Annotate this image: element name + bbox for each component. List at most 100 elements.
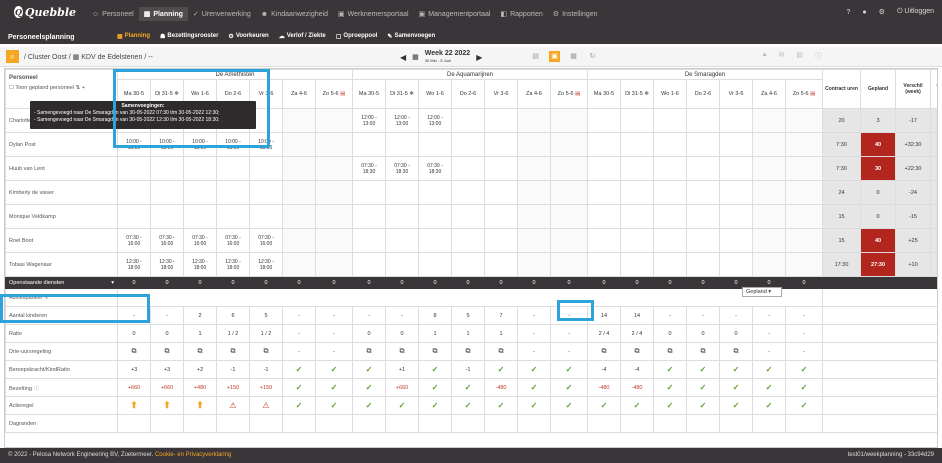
shift-time[interactable]: 12:30 -18:00: [185, 259, 216, 271]
nav-kindaanwezigheid[interactable]: ☻ Kindaanwezigheid: [256, 7, 333, 21]
shift-cell[interactable]: [352, 228, 386, 253]
shift-cell[interactable]: [183, 156, 217, 181]
shift-cell[interactable]: [418, 180, 452, 205]
shift-cell[interactable]: [150, 180, 184, 205]
day-header[interactable]: Wo 1-6: [418, 79, 452, 109]
shift-time[interactable]: 10:00 -13:00: [185, 139, 216, 151]
week-label[interactable]: Week 22 2022 30 Mei - 5 Juni: [425, 50, 470, 64]
shift-cell[interactable]: [418, 132, 452, 157]
shift-cell[interactable]: [752, 108, 786, 133]
shift-cell[interactable]: [315, 228, 353, 253]
shift-cell[interactable]: [784, 156, 824, 181]
shift-cell[interactable]: [385, 204, 419, 229]
refresh-icon[interactable]: ↻: [587, 51, 598, 62]
add-icon[interactable]: +: [82, 85, 85, 91]
shift-cell[interactable]: 12:30 -18:00: [216, 252, 250, 277]
copy-icon[interactable]: ⧉: [249, 342, 283, 361]
shift-cell[interactable]: 07:30 -18:30: [352, 156, 386, 181]
day-header[interactable]: Za 4-6: [517, 79, 551, 109]
shift-cell[interactable]: [587, 132, 621, 157]
shift-cell[interactable]: [517, 132, 551, 157]
checkbox-icon[interactable]: ☐: [9, 85, 14, 91]
shift-cell[interactable]: [117, 204, 151, 229]
shift-cell[interactable]: [550, 228, 588, 253]
shift-cell[interactable]: [451, 228, 485, 253]
shift-cell[interactable]: 07:30 -16:00: [249, 228, 283, 253]
copy-icon[interactable]: ⧉: [183, 342, 217, 361]
prev-week-button[interactable]: ◀: [400, 53, 406, 62]
staff-name[interactable]: Dylan Post: [5, 132, 118, 157]
shift-cell[interactable]: 12:00 -13:00: [385, 108, 419, 133]
copy-icon[interactable]: ⧉: [150, 342, 184, 361]
copy-icon[interactable]: ⧉: [484, 342, 518, 361]
copy-icon[interactable]: ⧉: [352, 342, 386, 361]
quebble-logo[interactable]: Q Quebble: [14, 5, 76, 19]
copy-icon[interactable]: ⧉: [653, 342, 687, 361]
copy-icon[interactable]: ⧉: [719, 342, 753, 361]
shift-cell[interactable]: [620, 108, 654, 133]
shift-cell[interactable]: [550, 252, 588, 277]
day-header[interactable]: Zo 5-6 ▤: [550, 79, 588, 109]
shift-cell[interactable]: [752, 156, 786, 181]
print-icon[interactable]: ▤: [530, 51, 541, 62]
gepland-select[interactable]: Gepland ▾: [742, 287, 782, 297]
shift-cell[interactable]: [752, 132, 786, 157]
print2-icon[interactable]: ▤: [796, 51, 803, 61]
subnav-oproeppool[interactable]: ▢ Oproeppool: [331, 30, 383, 42]
shift-cell[interactable]: [653, 228, 687, 253]
day-header[interactable]: Vr 3-6: [719, 79, 753, 109]
shift-cell[interactable]: [719, 156, 753, 181]
grid-view-icon[interactable]: ▦: [568, 51, 579, 62]
shift-cell[interactable]: [117, 180, 151, 205]
staff-name[interactable]: Kimberly de visser: [5, 180, 118, 205]
staff-name[interactable]: Huub van Lent: [5, 156, 118, 181]
shift-cell[interactable]: [752, 252, 786, 277]
day-header[interactable]: Za 4-6: [752, 79, 786, 109]
shift-cell[interactable]: [784, 180, 824, 205]
copy-icon[interactable]: ⧉: [620, 342, 654, 361]
shift-cell[interactable]: [550, 132, 588, 157]
subnav-planning[interactable]: ▦ Planning: [112, 30, 155, 42]
shift-cell[interactable]: [719, 204, 753, 229]
shift-cell[interactable]: [451, 204, 485, 229]
breadcrumb-more[interactable]: --: [148, 54, 153, 61]
logout-link[interactable]: ⏻ Uitloggen: [897, 8, 934, 16]
shift-cell[interactable]: [216, 156, 250, 181]
shift-time[interactable]: 07:30 -16:00: [218, 235, 249, 247]
shift-cell[interactable]: [752, 228, 786, 253]
shift-cell[interactable]: [418, 204, 452, 229]
day-header[interactable]: Di 31-5 ❄: [620, 79, 654, 109]
collapse[interactable]: ⌄: [822, 288, 937, 307]
shift-cell[interactable]: [719, 180, 753, 205]
shift-cell[interactable]: 10:00 -13:00: [249, 132, 283, 157]
shift-cell[interactable]: [451, 132, 485, 157]
shift-cell[interactable]: 10:00 -13:00: [117, 132, 151, 157]
shift-cell[interactable]: 12:30 -18:00: [150, 252, 184, 277]
shift-cell[interactable]: [451, 108, 485, 133]
shift-cell[interactable]: [418, 228, 452, 253]
shift-cell[interactable]: [550, 204, 588, 229]
shift-time[interactable]: 12:30 -18:00: [251, 259, 282, 271]
shift-cell[interactable]: [352, 252, 386, 277]
shift-cell[interactable]: [752, 180, 786, 205]
shift-cell[interactable]: [550, 156, 588, 181]
shift-cell[interactable]: [282, 180, 316, 205]
shift-cell[interactable]: [451, 180, 485, 205]
shift-cell[interactable]: [352, 132, 386, 157]
shift-cell[interactable]: [620, 204, 654, 229]
subnav-bezettingsrooster[interactable]: ☗ Bezettingsrooster: [155, 30, 223, 42]
shift-cell[interactable]: [719, 228, 753, 253]
shift-cell[interactable]: 12:00 -13:00: [352, 108, 386, 133]
day-header[interactable]: Ma 30-5: [587, 79, 621, 109]
shift-cell[interactable]: 10:00 -13:00: [183, 132, 217, 157]
shift-time[interactable]: 10:00 -13:00: [119, 139, 150, 151]
shift-cell[interactable]: [385, 252, 419, 277]
subnav-samenvoegen[interactable]: ✎ Samenvoegen: [382, 30, 440, 42]
shift-cell[interactable]: [385, 132, 419, 157]
shift-time[interactable]: 07:30 -18:30: [420, 163, 451, 175]
shift-cell[interactable]: [784, 132, 824, 157]
day-header[interactable]: Do 2-6: [686, 79, 720, 109]
shift-cell[interactable]: [784, 108, 824, 133]
shift-cell[interactable]: [653, 180, 687, 205]
shift-cell[interactable]: [385, 228, 419, 253]
